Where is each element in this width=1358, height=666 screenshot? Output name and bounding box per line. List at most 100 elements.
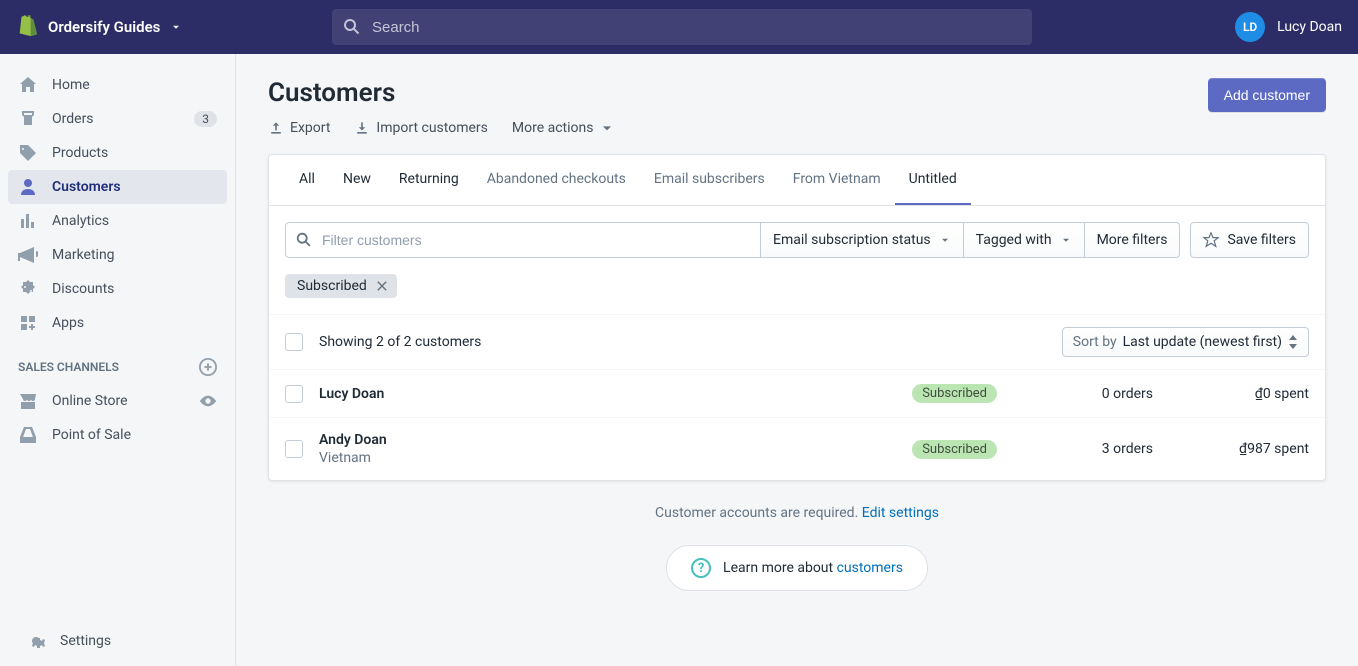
sidebar: Home Orders 3 Products Customers Analyti…	[0, 54, 236, 666]
topbar: Ordersify Guides LD Lucy Doan	[0, 0, 1358, 54]
tab-returning[interactable]: Returning	[385, 155, 473, 205]
status-badge: Subscribed	[912, 384, 997, 403]
export-icon	[268, 120, 284, 136]
applied-filter-tag: Subscribed	[285, 274, 397, 298]
help-icon: ?	[691, 558, 711, 578]
customer-name: Lucy Doan	[319, 386, 896, 402]
sidebar-item-label: Online Store	[52, 393, 128, 409]
chevron-down-icon	[170, 21, 182, 33]
sidebar-item-label: Products	[52, 145, 108, 161]
search-icon	[342, 17, 362, 37]
orders-badge: 3	[194, 111, 217, 127]
sidebar-item-label: Marketing	[52, 247, 115, 263]
sidebar-item-label: Settings	[60, 633, 111, 649]
filter-input[interactable]	[285, 222, 760, 258]
sidebar-item-settings[interactable]: Settings	[16, 624, 219, 658]
sidebar-item-label: Analytics	[52, 213, 109, 229]
sidebar-item-label: Home	[52, 77, 90, 93]
tab-all[interactable]: All	[285, 155, 329, 205]
sidebar-item-customers[interactable]: Customers	[8, 170, 227, 204]
sidebar-item-label: Apps	[52, 315, 84, 331]
tagged-filter[interactable]: Tagged with	[963, 222, 1084, 258]
add-channel-icon[interactable]	[199, 358, 217, 376]
sidebar-item-label: Point of Sale	[52, 427, 131, 443]
marketing-icon	[18, 245, 38, 265]
footer-note: Customer accounts are required. Edit set…	[268, 505, 1326, 521]
sort-select[interactable]: Sort by Last update (newest first)	[1062, 327, 1309, 357]
user-menu[interactable]: LD Lucy Doan	[1235, 12, 1342, 42]
sidebar-item-analytics[interactable]: Analytics	[8, 204, 227, 238]
more-actions-button[interactable]: More actions	[512, 120, 616, 136]
sidebar-item-label: Customers	[52, 179, 121, 195]
row-checkbox[interactable]	[285, 385, 303, 403]
sidebar-item-marketing[interactable]: Marketing	[8, 238, 227, 272]
add-customer-button[interactable]: Add customer	[1208, 78, 1326, 112]
store-icon	[18, 391, 38, 411]
search-icon	[295, 231, 313, 249]
page-title: Customers	[268, 78, 615, 108]
tab-abandoned[interactable]: Abandoned checkouts	[473, 155, 640, 205]
customer-location: Vietnam	[319, 450, 896, 466]
sidebar-item-products[interactable]: Products	[8, 136, 227, 170]
home-icon	[18, 75, 38, 95]
import-icon	[354, 120, 370, 136]
orders-count: 0 orders	[1013, 386, 1153, 402]
sidebar-item-apps[interactable]: Apps	[8, 306, 227, 340]
remove-filter-icon[interactable]	[375, 279, 389, 293]
more-filters-button[interactable]: More filters	[1084, 222, 1181, 258]
sidebar-item-orders[interactable]: Orders 3	[8, 102, 227, 136]
table-row[interactable]: Andy Doan Vietnam Subscribed 3 orders ₫9…	[269, 417, 1325, 480]
analytics-icon	[18, 211, 38, 231]
sidebar-item-label: Orders	[52, 111, 94, 127]
sales-channels-header: SALES CHANNELS	[0, 340, 235, 384]
select-all-checkbox[interactable]	[285, 333, 303, 351]
chevron-down-icon	[599, 120, 615, 136]
orders-count: 3 orders	[1013, 441, 1153, 457]
apps-icon	[18, 313, 38, 333]
row-checkbox[interactable]	[285, 440, 303, 458]
chevron-down-icon	[1060, 234, 1072, 246]
store-name: Ordersify Guides	[48, 18, 160, 36]
discounts-icon	[18, 279, 38, 299]
gear-icon	[26, 631, 46, 651]
products-icon	[18, 143, 38, 163]
sort-arrows-icon	[1288, 335, 1298, 349]
search-input[interactable]	[332, 9, 1032, 45]
channel-pos[interactable]: Point of Sale	[8, 418, 227, 452]
export-button[interactable]: Export	[268, 120, 330, 136]
orders-icon	[18, 109, 38, 129]
star-icon	[1203, 232, 1219, 248]
amount-spent: ₫0 spent	[1169, 386, 1309, 402]
view-store-icon[interactable]	[199, 392, 217, 410]
customers-help-link[interactable]: customers	[837, 560, 903, 576]
shopify-logo-icon	[16, 15, 38, 39]
sidebar-item-home[interactable]: Home	[8, 68, 227, 102]
status-badge: Subscribed	[912, 440, 997, 459]
customer-name: Andy Doan	[319, 432, 896, 448]
avatar: LD	[1235, 12, 1265, 42]
store-switcher[interactable]: Ordersify Guides	[16, 15, 216, 39]
learn-more-pill[interactable]: ? Learn more about customers	[666, 545, 928, 591]
tab-vietnam[interactable]: From Vietnam	[779, 155, 895, 205]
tab-subscribers[interactable]: Email subscribers	[640, 155, 779, 205]
table-row[interactable]: Lucy Doan Subscribed 0 orders ₫0 spent	[269, 369, 1325, 417]
pos-icon	[18, 425, 38, 445]
tab-new[interactable]: New	[329, 155, 385, 205]
chevron-down-icon	[939, 234, 951, 246]
save-filters-button[interactable]: Save filters	[1190, 222, 1309, 258]
amount-spent: ₫987 spent	[1169, 441, 1309, 457]
results-summary: Showing 2 of 2 customers	[319, 334, 481, 350]
channel-online-store[interactable]: Online Store	[8, 384, 227, 418]
global-search	[332, 9, 1032, 45]
user-name: Lucy Doan	[1277, 19, 1342, 35]
customers-card: All New Returning Abandoned checkouts Em…	[268, 154, 1326, 481]
tab-untitled[interactable]: Untitled	[895, 155, 971, 205]
tabs: All New Returning Abandoned checkouts Em…	[269, 155, 1325, 206]
import-button[interactable]: Import customers	[354, 120, 487, 136]
customers-icon	[18, 177, 38, 197]
edit-settings-link[interactable]: Edit settings	[862, 505, 939, 521]
main-content: Customers Export Import customers More a…	[236, 54, 1358, 666]
sidebar-item-discounts[interactable]: Discounts	[8, 272, 227, 306]
sidebar-item-label: Discounts	[52, 281, 114, 297]
email-status-filter[interactable]: Email subscription status	[760, 222, 963, 258]
